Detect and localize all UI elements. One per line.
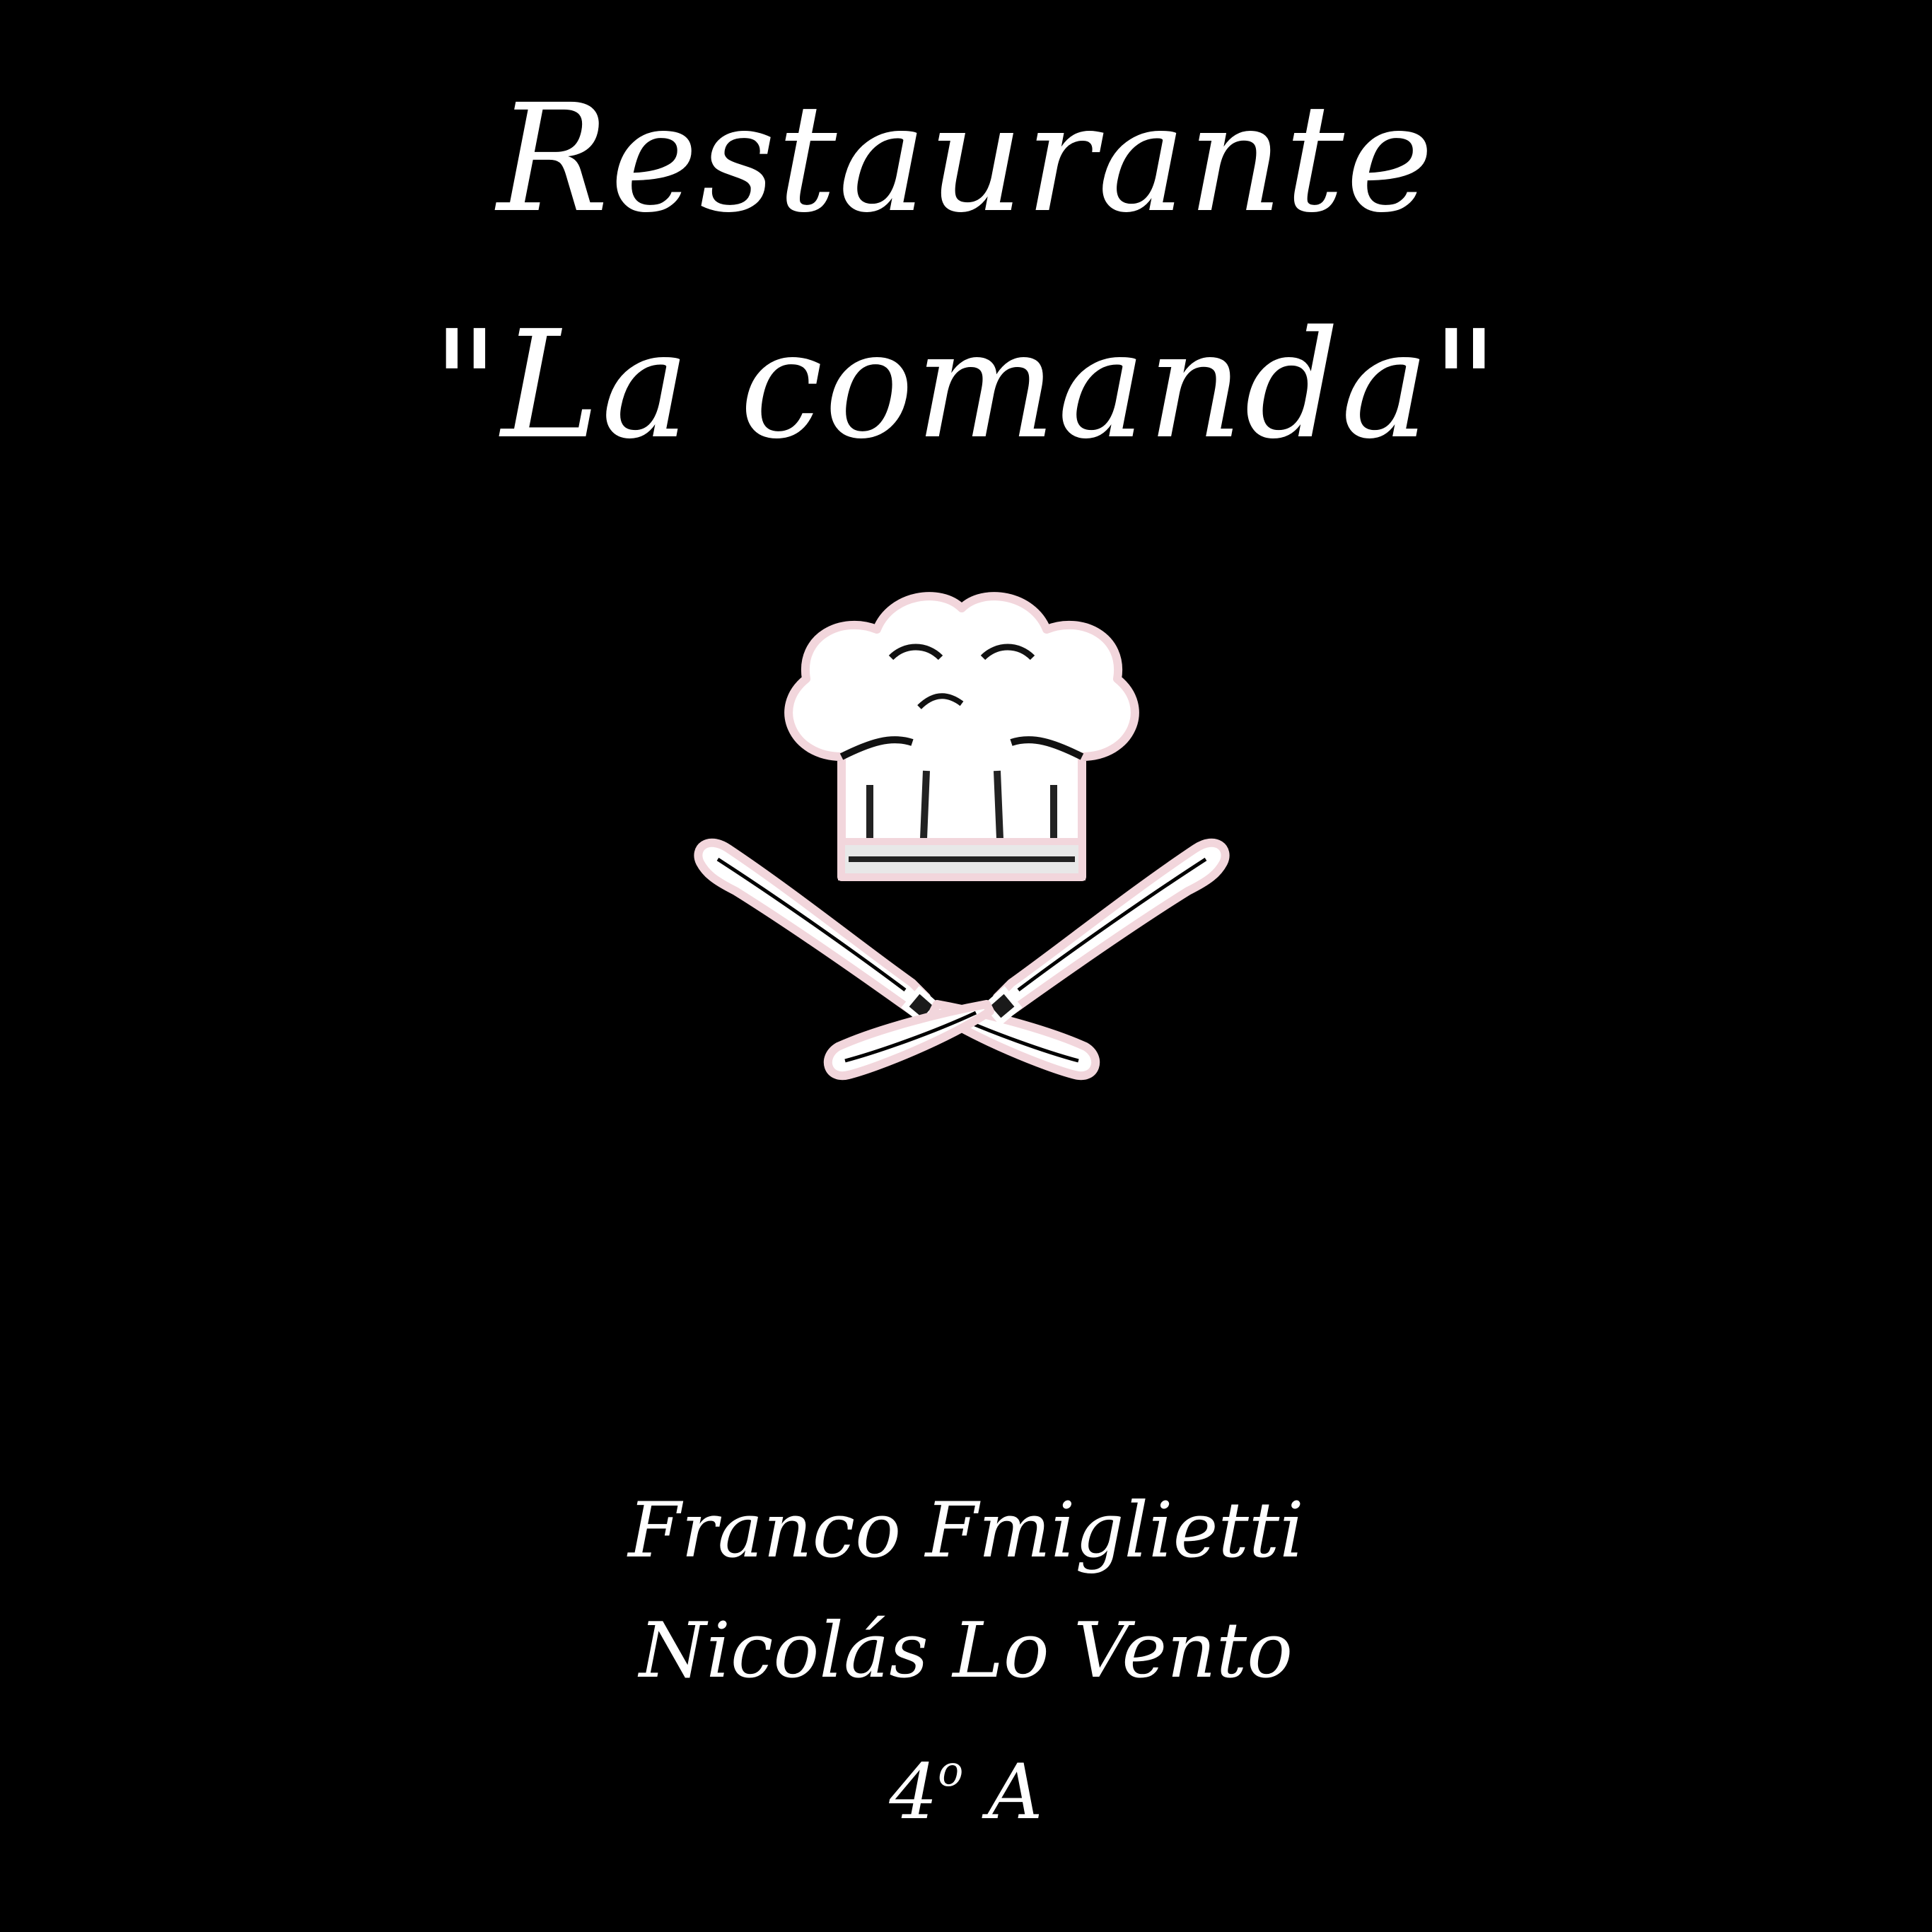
author-nicolas: Nicolás Lo Vento: [639, 1607, 1293, 1695]
title-line-restaurante: Restaurante: [496, 72, 1436, 245]
chef-hat-crossed-knives-icon: [694, 592, 1230, 1081]
grade-label: 4o A: [0, 1711, 1932, 1853]
chef-hat-icon: [784, 592, 1139, 881]
grade-letter: A: [987, 1748, 1043, 1837]
grade-ordinal: o: [938, 1747, 964, 1796]
grade-number: 4: [889, 1748, 938, 1837]
title-line-la-comanda: "La comanda": [431, 298, 1501, 472]
author-franco: Franco Fmiglietti: [628, 1486, 1304, 1575]
